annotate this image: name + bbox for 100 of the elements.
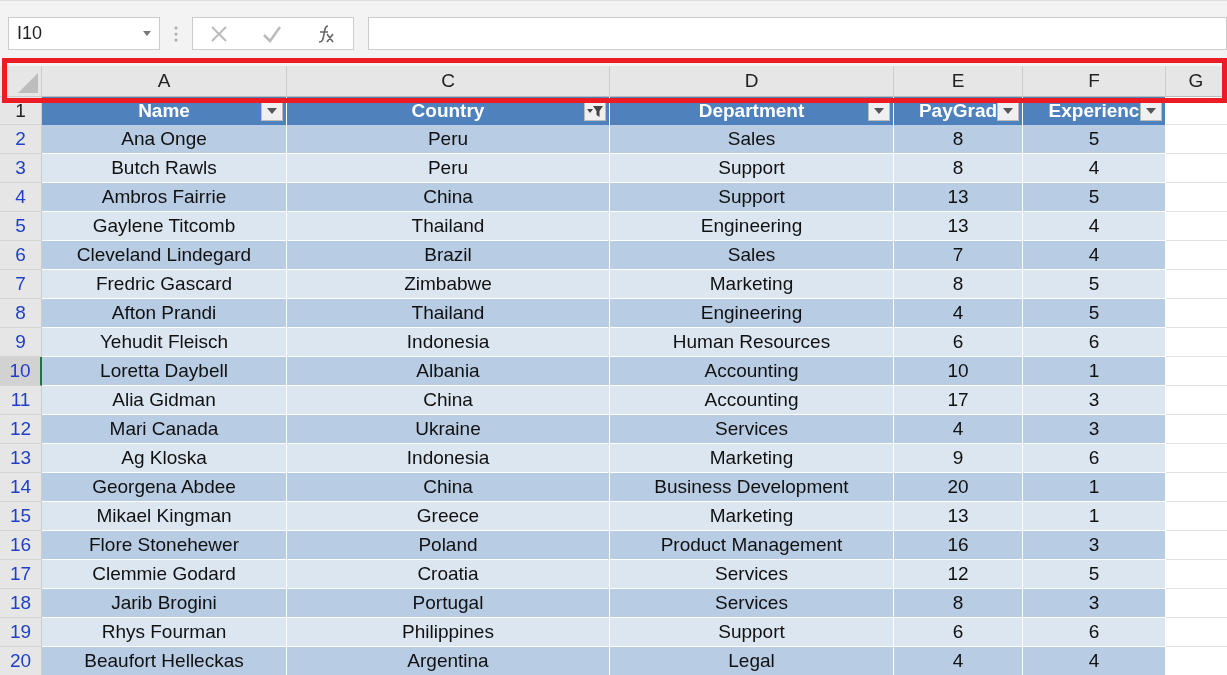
table-cell: 8 [894,154,1023,183]
row-header[interactable]: 4 [0,183,42,212]
table-cell: Philippines [287,618,610,647]
row-header[interactable]: 15 [0,502,42,531]
table-cell: 8 [894,589,1023,618]
row-header[interactable]: 17 [0,560,42,589]
table-cell: 16 [894,531,1023,560]
row-header[interactable]: 8 [0,299,42,328]
table-cell: 10 [894,357,1023,386]
table-cell: 3 [1023,589,1166,618]
function-icon[interactable] [316,23,336,44]
column-header[interactable]: E [894,66,1023,97]
table-cell: Indonesia [287,328,610,357]
table-cell: 6 [894,328,1023,357]
table-cell: Ana Onge [42,125,287,154]
filter-dropdown-button[interactable] [584,101,606,121]
table-cell: Ukraine [287,415,610,444]
column-title: Department [698,100,805,122]
table-cell: Loretta Daybell [42,357,287,386]
table-cell: Yehudit Fleisch [42,328,287,357]
table-cell: Brazil [287,241,610,270]
table-cell: Flore Stonehewer [42,531,287,560]
table-cell: Georgena Abdee [42,473,287,502]
row-header[interactable]: 19 [0,618,42,647]
table-cell: Thailand [287,299,610,328]
table-cell: Zimbabwe [287,270,610,299]
table-cell: Services [610,415,894,444]
table-cell: 4 [1023,212,1166,241]
table-cell: Support [610,154,894,183]
table-cell: 1 [1023,502,1166,531]
table-cell: 5 [1023,125,1166,154]
table-cell: Legal [610,647,894,675]
table-cell: Business Development [610,473,894,502]
drag-handle-icon [174,25,178,42]
filter-dropdown-button[interactable] [1140,101,1162,121]
formula-field[interactable] [368,17,1227,50]
table-cell: 13 [894,183,1023,212]
dropdown-arrow-icon [267,108,277,114]
filter-dropdown-button[interactable] [868,101,890,121]
table-cell: Sales [610,125,894,154]
table-cell: Croatia [287,560,610,589]
table-cell: 6 [1023,328,1166,357]
table-cell: 7 [894,241,1023,270]
table-cell: Indonesia [287,444,610,473]
table-cell: Sales [610,241,894,270]
row-header[interactable]: 20 [0,647,42,675]
filter-dropdown-button[interactable] [997,101,1019,121]
table-cell: 13 [894,502,1023,531]
table-cell: China [287,386,610,415]
table-cell: Clemmie Godard [42,560,287,589]
table-cell: Peru [287,125,610,154]
table-cell: 5 [1023,270,1166,299]
column-header[interactable]: D [610,66,894,97]
table-cell: 8 [894,125,1023,154]
column-header[interactable]: F [1023,66,1166,97]
row-header[interactable]: 11 [0,386,42,415]
table-cell: Marketing [610,502,894,531]
table-cell: Cleveland Lindegard [42,241,287,270]
table-cell: Mari Canada [42,415,287,444]
row-header[interactable]: 10 [0,357,42,386]
row-header[interactable]: 9 [0,328,42,357]
dropdown-arrow-icon [1003,108,1013,114]
table-cell: Marketing [610,444,894,473]
table-cell: Rhys Fourman [42,618,287,647]
table-cell: Butch Rawls [42,154,287,183]
table-cell: Gaylene Titcomb [42,212,287,241]
row-header[interactable]: 2 [0,125,42,154]
column-header[interactable]: A [42,66,287,97]
filter-dropdown-button[interactable] [261,101,283,121]
caret-icon [143,31,151,36]
name-box[interactable]: I10 [8,17,160,50]
row-header[interactable]: 16 [0,531,42,560]
table-cell: Thailand [287,212,610,241]
dropdown-arrow-icon [874,108,884,114]
table-cell: 1 [1023,473,1166,502]
table-cell: 8 [894,270,1023,299]
table-cell: Marketing [610,270,894,299]
row-header[interactable]: 6 [0,241,42,270]
row-header[interactable]: 3 [0,154,42,183]
table-cell: Services [610,560,894,589]
table-cell: Albania [287,357,610,386]
row-header[interactable]: 13 [0,444,42,473]
row-header[interactable]: 5 [0,212,42,241]
row-header[interactable]: 12 [0,415,42,444]
table-cell: 3 [1023,386,1166,415]
table-cell: 3 [1023,415,1166,444]
table-cell: 6 [1023,618,1166,647]
row-header[interactable]: 14 [0,473,42,502]
table-cell: 20 [894,473,1023,502]
table-cell: 5 [1023,183,1166,212]
check-icon[interactable] [262,24,282,43]
table-cell: 12 [894,560,1023,589]
row-header[interactable]: 7 [0,270,42,299]
table-cell: Accounting [610,357,894,386]
row-header[interactable]: 18 [0,589,42,618]
table-cell: 13 [894,212,1023,241]
column-header[interactable]: C [287,66,610,97]
table-cell: Afton Prandi [42,299,287,328]
table-cell: Product Management [610,531,894,560]
table-cell: Poland [287,531,610,560]
